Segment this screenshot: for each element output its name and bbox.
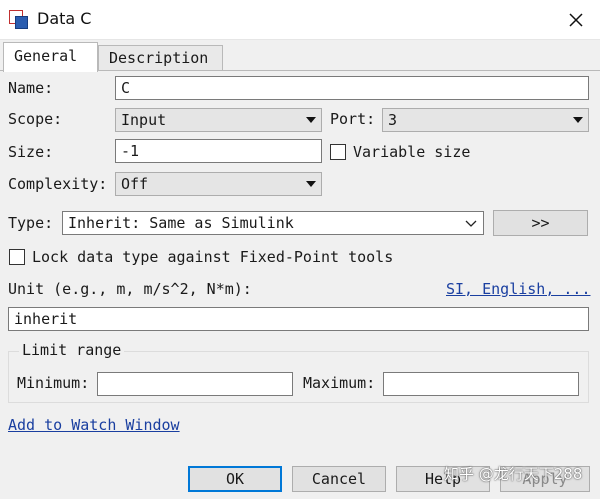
complexity-value: Off xyxy=(121,175,149,193)
maximum-label: Maximum: xyxy=(303,374,376,392)
type-dropdown[interactable]: Inherit: Same as Simulink xyxy=(62,211,484,235)
type-value: Inherit: Same as Simulink xyxy=(68,214,294,232)
unit-value: inherit xyxy=(14,310,78,328)
cancel-label: Cancel xyxy=(311,470,367,488)
type-label: Type: xyxy=(8,214,54,232)
port-value: 3 xyxy=(388,111,398,129)
unit-field[interactable]: inherit xyxy=(8,307,589,331)
add-to-watch-window-link[interactable]: Add to Watch Window xyxy=(8,416,180,434)
ok-button[interactable]: OK xyxy=(188,466,282,492)
minimum-field[interactable] xyxy=(97,372,293,396)
tab-strip: General Description xyxy=(0,40,600,72)
size-field[interactable]: -1 xyxy=(115,139,322,163)
title-bar: Data C xyxy=(0,0,600,40)
size-label: Size: xyxy=(8,143,54,161)
unit-label: Unit (e.g., m, m/s^2, N*m): xyxy=(8,280,252,298)
scope-dropdown[interactable]: Input xyxy=(115,108,322,132)
close-button[interactable] xyxy=(560,4,592,36)
watermark-text: 知乎 @龙行天下288 xyxy=(444,465,583,483)
tab-general-label: General xyxy=(14,47,78,65)
close-icon xyxy=(569,13,583,27)
maximum-field[interactable] xyxy=(383,372,579,396)
general-panel: Name: C Scope: Input Port: 3 Size: -1 Va… xyxy=(0,70,600,499)
chevron-down-icon xyxy=(306,117,316,123)
data-type-assistant-button[interactable]: >> xyxy=(493,210,588,236)
name-label: Name: xyxy=(8,79,54,97)
simulink-data-icon xyxy=(9,10,29,30)
scope-value: Input xyxy=(121,111,167,129)
chevron-down-icon xyxy=(465,220,477,227)
variable-size-checkbox[interactable] xyxy=(330,144,346,160)
complexity-dropdown[interactable]: Off xyxy=(115,172,322,196)
chevron-down-icon xyxy=(306,181,316,187)
unit-system-link[interactable]: SI, English, ... xyxy=(446,280,591,298)
ok-label: OK xyxy=(225,470,245,488)
lock-data-type-label: Lock data type against Fixed-Point tools xyxy=(32,248,394,266)
chevron-down-icon xyxy=(573,117,583,123)
size-value: -1 xyxy=(121,142,140,160)
limit-range-title: Limit range xyxy=(19,341,125,359)
data-type-assistant-label: >> xyxy=(531,214,550,232)
window-title: Data C xyxy=(37,9,92,28)
port-dropdown[interactable]: 3 xyxy=(382,108,589,132)
port-label: Port: xyxy=(330,110,376,128)
cancel-button[interactable]: Cancel xyxy=(292,466,386,492)
lock-data-type-checkbox[interactable] xyxy=(9,249,25,265)
scope-label: Scope: xyxy=(8,110,63,128)
limit-range-group: Limit range Minimum: Maximum: xyxy=(8,341,589,403)
name-value: C xyxy=(121,79,131,97)
tab-general[interactable]: General xyxy=(3,42,98,72)
tab-description[interactable]: Description xyxy=(98,45,223,71)
complexity-label: Complexity: xyxy=(8,175,108,193)
minimum-label: Minimum: xyxy=(17,374,90,392)
tab-description-label: Description xyxy=(109,49,209,67)
name-field[interactable]: C xyxy=(115,76,589,100)
variable-size-label: Variable size xyxy=(353,143,471,161)
